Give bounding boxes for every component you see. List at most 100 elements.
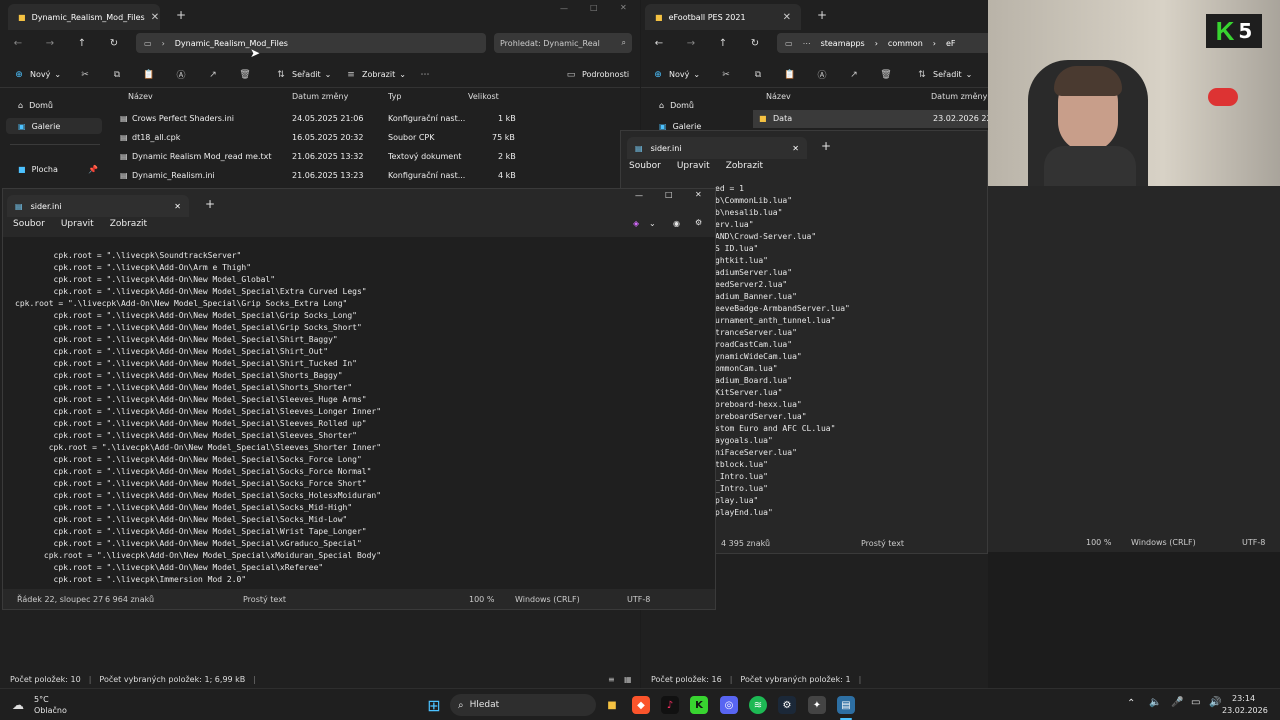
delete-icon[interactable]: 🗑 xyxy=(879,70,893,80)
more-path-icon[interactable]: ⋯ xyxy=(803,39,811,48)
start-icon[interactable]: ⊞ xyxy=(425,696,443,715)
table-row[interactable]: ▤ dt18_all.cpk 16.05.2025 20:32 Soubor C… xyxy=(112,129,532,147)
sidebar-item-home[interactable]: ⌂ Domů xyxy=(647,97,743,113)
back-icon[interactable]: ← xyxy=(6,38,30,49)
breadcrumb-item[interactable]: eF xyxy=(946,39,956,48)
table-row[interactable]: ▤ Dynamic_Realism.ini 21.06.2025 13:23 K… xyxy=(112,167,532,185)
refresh-icon[interactable]: ↻ xyxy=(743,38,767,49)
speaker-icon[interactable]: 🔈 xyxy=(1149,697,1161,708)
kick-icon[interactable]: K xyxy=(690,696,708,714)
menu-view[interactable]: Zobrazit xyxy=(726,161,763,171)
steam-icon[interactable]: ⚙ xyxy=(778,696,796,714)
menu-file[interactable]: Soubor xyxy=(13,219,45,229)
copy-icon[interactable]: ⧉ xyxy=(110,70,124,80)
maximize-icon[interactable]: □ xyxy=(590,3,598,12)
close-window-icon[interactable]: ✕ xyxy=(620,3,627,12)
account-icon[interactable]: ◉ xyxy=(673,219,680,228)
close-window-icon[interactable]: ✕ xyxy=(695,190,702,199)
explorer-tab[interactable]: ■ eFootball PES 2021 ✕ xyxy=(645,4,801,30)
more-icon[interactable]: ⋯ xyxy=(418,70,432,80)
column-header-date[interactable]: Datum změny xyxy=(931,92,987,101)
menu-edit[interactable]: Upravit xyxy=(677,161,710,171)
notepad-tab[interactable]: ▤ sider.ini ✕ xyxy=(7,195,189,217)
column-header-name[interactable]: Název xyxy=(128,92,153,101)
notepad-text-area[interactable]: cpk.root = ".\livecpk\SoundtrackServer" … xyxy=(15,250,381,586)
copy-icon[interactable]: ⧉ xyxy=(751,70,765,80)
close-tab-icon[interactable]: ✕ xyxy=(792,144,799,153)
table-row[interactable]: ■ Data 23.02.2026 22:21 xyxy=(753,110,988,128)
details-button[interactable]: ▭ Podrobnosti xyxy=(556,70,637,80)
maximize-icon[interactable]: □ xyxy=(665,190,673,199)
column-header-size[interactable]: Velikost xyxy=(468,92,499,101)
weather-icon[interactable]: ☁ xyxy=(12,698,24,712)
cut-icon[interactable]: ✂ xyxy=(719,70,733,80)
chevron-up-icon[interactable]: ⌃ xyxy=(1127,698,1135,709)
refresh-icon[interactable]: ↻ xyxy=(102,38,126,49)
close-tab-icon[interactable]: ✕ xyxy=(783,12,791,23)
new-tab-icon[interactable]: + xyxy=(176,8,186,22)
forward-icon[interactable]: → xyxy=(38,38,62,49)
menu-edit[interactable]: Upravit xyxy=(61,219,94,229)
list-view-icon[interactable]: ≡ xyxy=(608,675,615,684)
breadcrumb-item[interactable]: common xyxy=(888,39,923,48)
menu-file[interactable]: Soubor xyxy=(629,161,661,171)
spotify-icon[interactable]: ≋ xyxy=(749,696,767,714)
new-tab-icon[interactable]: + xyxy=(817,8,827,22)
up-icon[interactable]: ↑ xyxy=(70,38,94,49)
notepad-tab[interactable]: ▤ sider.ini ✕ xyxy=(627,137,807,159)
discord-icon[interactable]: ◎ xyxy=(720,696,738,714)
menu-view[interactable]: Zobrazit xyxy=(110,219,147,229)
file-explorer-icon[interactable]: ■ xyxy=(603,696,621,714)
breadcrumb-item[interactable]: steamapps xyxy=(821,39,865,48)
new-tab-icon[interactable]: + xyxy=(821,139,831,153)
share-icon[interactable]: ↗ xyxy=(847,70,861,80)
sort-button[interactable]: ⇅ Seřadit ⌄ xyxy=(907,70,980,80)
address-bar[interactable]: ▭ ⋯ steamapps › common › eF xyxy=(777,33,988,53)
weather-temp[interactable]: 5°C xyxy=(34,695,49,704)
clock-time[interactable]: 23:14 xyxy=(1232,694,1255,703)
search-box[interactable]: ⌕ Hledat xyxy=(450,694,596,716)
table-row[interactable]: ▤ Dynamic Realism Mod_read me.txt 21.06.… xyxy=(112,148,532,166)
search-input[interactable]: Prohledat: Dynamic_Real ⌕ xyxy=(494,33,632,53)
chevron-down-icon[interactable]: ⌄ xyxy=(649,219,656,228)
close-tab-icon[interactable]: ✕ xyxy=(151,12,159,23)
address-bar[interactable]: ▭ › Dynamic_Realism_Mod_Files xyxy=(136,33,486,53)
tile-view-icon[interactable]: ▦ xyxy=(624,675,632,684)
clock-date[interactable]: 23.02.2026 xyxy=(1222,706,1268,715)
display-icon[interactable]: ▭ xyxy=(1191,697,1200,708)
microphone-icon[interactable]: 🎤 xyxy=(1171,697,1183,708)
brave-icon[interactable]: ◆ xyxy=(632,696,650,714)
copilot-icon[interactable]: ◈ xyxy=(633,219,639,228)
forward-icon[interactable]: → xyxy=(679,38,703,49)
notepad-taskbar-icon[interactable]: ▤ xyxy=(837,696,855,714)
volume-icon[interactable]: 🔊 xyxy=(1209,697,1221,708)
tiktok-icon[interactable]: ♪ xyxy=(661,696,679,714)
explorer-tab[interactable]: ■ Dynamic_Realism_Mod_Files ✕ xyxy=(8,4,160,30)
sidebar-item-home[interactable]: ⌂ Domů xyxy=(6,97,102,113)
delete-icon[interactable]: 🗑 xyxy=(238,70,252,80)
cut-icon[interactable]: ✂ xyxy=(78,70,92,80)
paste-icon[interactable]: 📋 xyxy=(783,70,797,80)
notepad-text-area[interactable]: ed = 1 b\CommonLib.lua" b\nesalib.lua" erv.… xyxy=(715,183,850,519)
sidebar-item-gallery[interactable]: ▣ Galerie xyxy=(6,118,102,134)
new-tab-icon[interactable]: + xyxy=(205,197,215,211)
table-row[interactable]: ▤ Crows Perfect Shaders.ini 24.05.2025 2… xyxy=(112,110,532,128)
minimize-icon[interactable]: — xyxy=(560,4,568,13)
rename-icon[interactable]: Ⓐ xyxy=(815,68,829,81)
back-icon[interactable]: ← xyxy=(647,38,671,49)
column-header-type[interactable]: Typ xyxy=(388,92,401,101)
paste-icon[interactable]: 📋 xyxy=(142,70,156,80)
column-header-name[interactable]: Název xyxy=(766,92,791,101)
new-button[interactable]: ⊕ Nový ⌄ xyxy=(643,70,708,80)
new-button[interactable]: ⊕ Nový ⌄ xyxy=(4,70,69,80)
close-tab-icon[interactable]: ✕ xyxy=(174,202,181,211)
sidebar-item-desktop[interactable]: ■ Plocha 📌 xyxy=(6,161,102,177)
weather-desc[interactable]: Oblačno xyxy=(34,706,67,715)
sort-button[interactable]: ⇅ Seřadit ⌄ xyxy=(266,70,339,80)
share-icon[interactable]: ↗ xyxy=(206,70,220,80)
column-header-date[interactable]: Datum změny xyxy=(292,92,348,101)
minimize-icon[interactable]: — xyxy=(635,191,643,200)
rename-icon[interactable]: Ⓐ xyxy=(174,68,188,81)
up-icon[interactable]: ↑ xyxy=(711,38,735,49)
gear-icon[interactable]: ⚙ xyxy=(695,218,702,227)
